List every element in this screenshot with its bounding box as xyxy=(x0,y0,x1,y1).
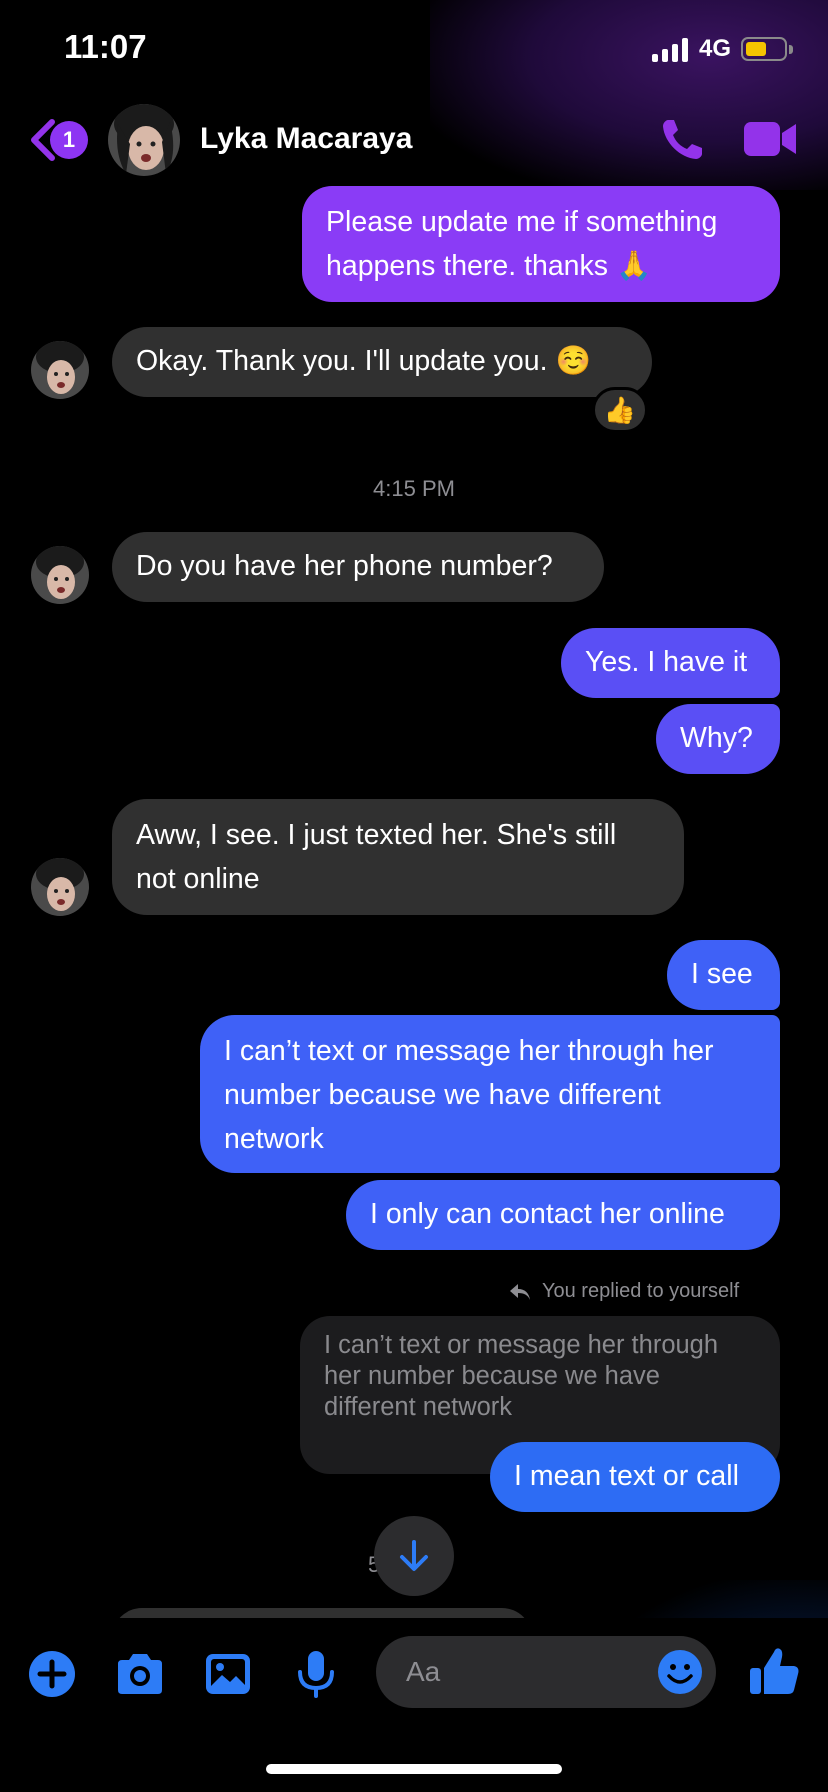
plus-icon xyxy=(29,1651,75,1697)
home-indicator xyxy=(266,1764,562,1774)
video-call-button[interactable] xyxy=(742,116,798,162)
camera-icon xyxy=(118,1654,162,1694)
more-actions-button[interactable] xyxy=(26,1648,78,1700)
battery-icon xyxy=(741,37,787,61)
camera-button[interactable] xyxy=(114,1648,166,1700)
message-outgoing[interactable]: I can’t text or message her through her … xyxy=(200,1015,780,1173)
contact-avatar-small[interactable] xyxy=(31,546,89,604)
message-outgoing[interactable]: I mean text or call xyxy=(490,1442,780,1512)
unread-badge: 1 xyxy=(50,121,88,159)
message-outgoing[interactable]: I see xyxy=(667,940,780,1010)
contact-name[interactable]: Lyka Macaraya xyxy=(200,122,412,156)
microphone-icon xyxy=(298,1651,334,1698)
emoji-icon xyxy=(658,1650,702,1694)
network-type: 4G xyxy=(699,35,732,62)
message-outgoing[interactable]: I only can contact her online xyxy=(346,1180,780,1250)
gallery-button[interactable] xyxy=(202,1648,254,1700)
arrow-down-icon xyxy=(400,1540,428,1571)
battery-tip xyxy=(789,45,793,54)
reply-label: You replied to yourself xyxy=(508,1280,739,1303)
message-incoming[interactable]: Do you have her phone number? xyxy=(112,532,604,602)
message-outgoing[interactable]: Why? xyxy=(656,704,780,774)
contact-avatar-small[interactable] xyxy=(31,858,89,916)
voice-message-button[interactable] xyxy=(290,1648,342,1700)
message-outgoing[interactable]: Please update me if something happens th… xyxy=(302,186,780,302)
reaction-badge[interactable]: 👍 xyxy=(592,387,648,433)
reply-label-text: You replied to yourself xyxy=(542,1280,740,1302)
send-like-button[interactable] xyxy=(748,1644,802,1698)
message-outgoing[interactable]: Yes. I have it xyxy=(561,628,780,698)
timestamp: 4:15 PM xyxy=(373,476,455,501)
emoji-button[interactable] xyxy=(656,1648,704,1696)
video-camera-icon xyxy=(744,122,796,156)
thumbs-up-icon xyxy=(750,1648,799,1694)
scroll-to-bottom-button[interactable] xyxy=(374,1516,454,1596)
contact-avatar[interactable] xyxy=(108,104,180,176)
message-incoming[interactable]: Okay. Thank you. I'll update you. ☺️ xyxy=(112,327,652,397)
contact-avatar-small[interactable] xyxy=(31,341,89,399)
status-time: 11:07 xyxy=(64,28,147,65)
audio-call-button[interactable] xyxy=(658,114,708,164)
reply-icon xyxy=(510,1283,530,1300)
phone-icon xyxy=(663,120,702,159)
gallery-icon xyxy=(206,1654,250,1694)
message-incoming[interactable]: Aww, I see. I just texted her. She's sti… xyxy=(112,799,684,915)
signal-icon xyxy=(652,38,692,62)
